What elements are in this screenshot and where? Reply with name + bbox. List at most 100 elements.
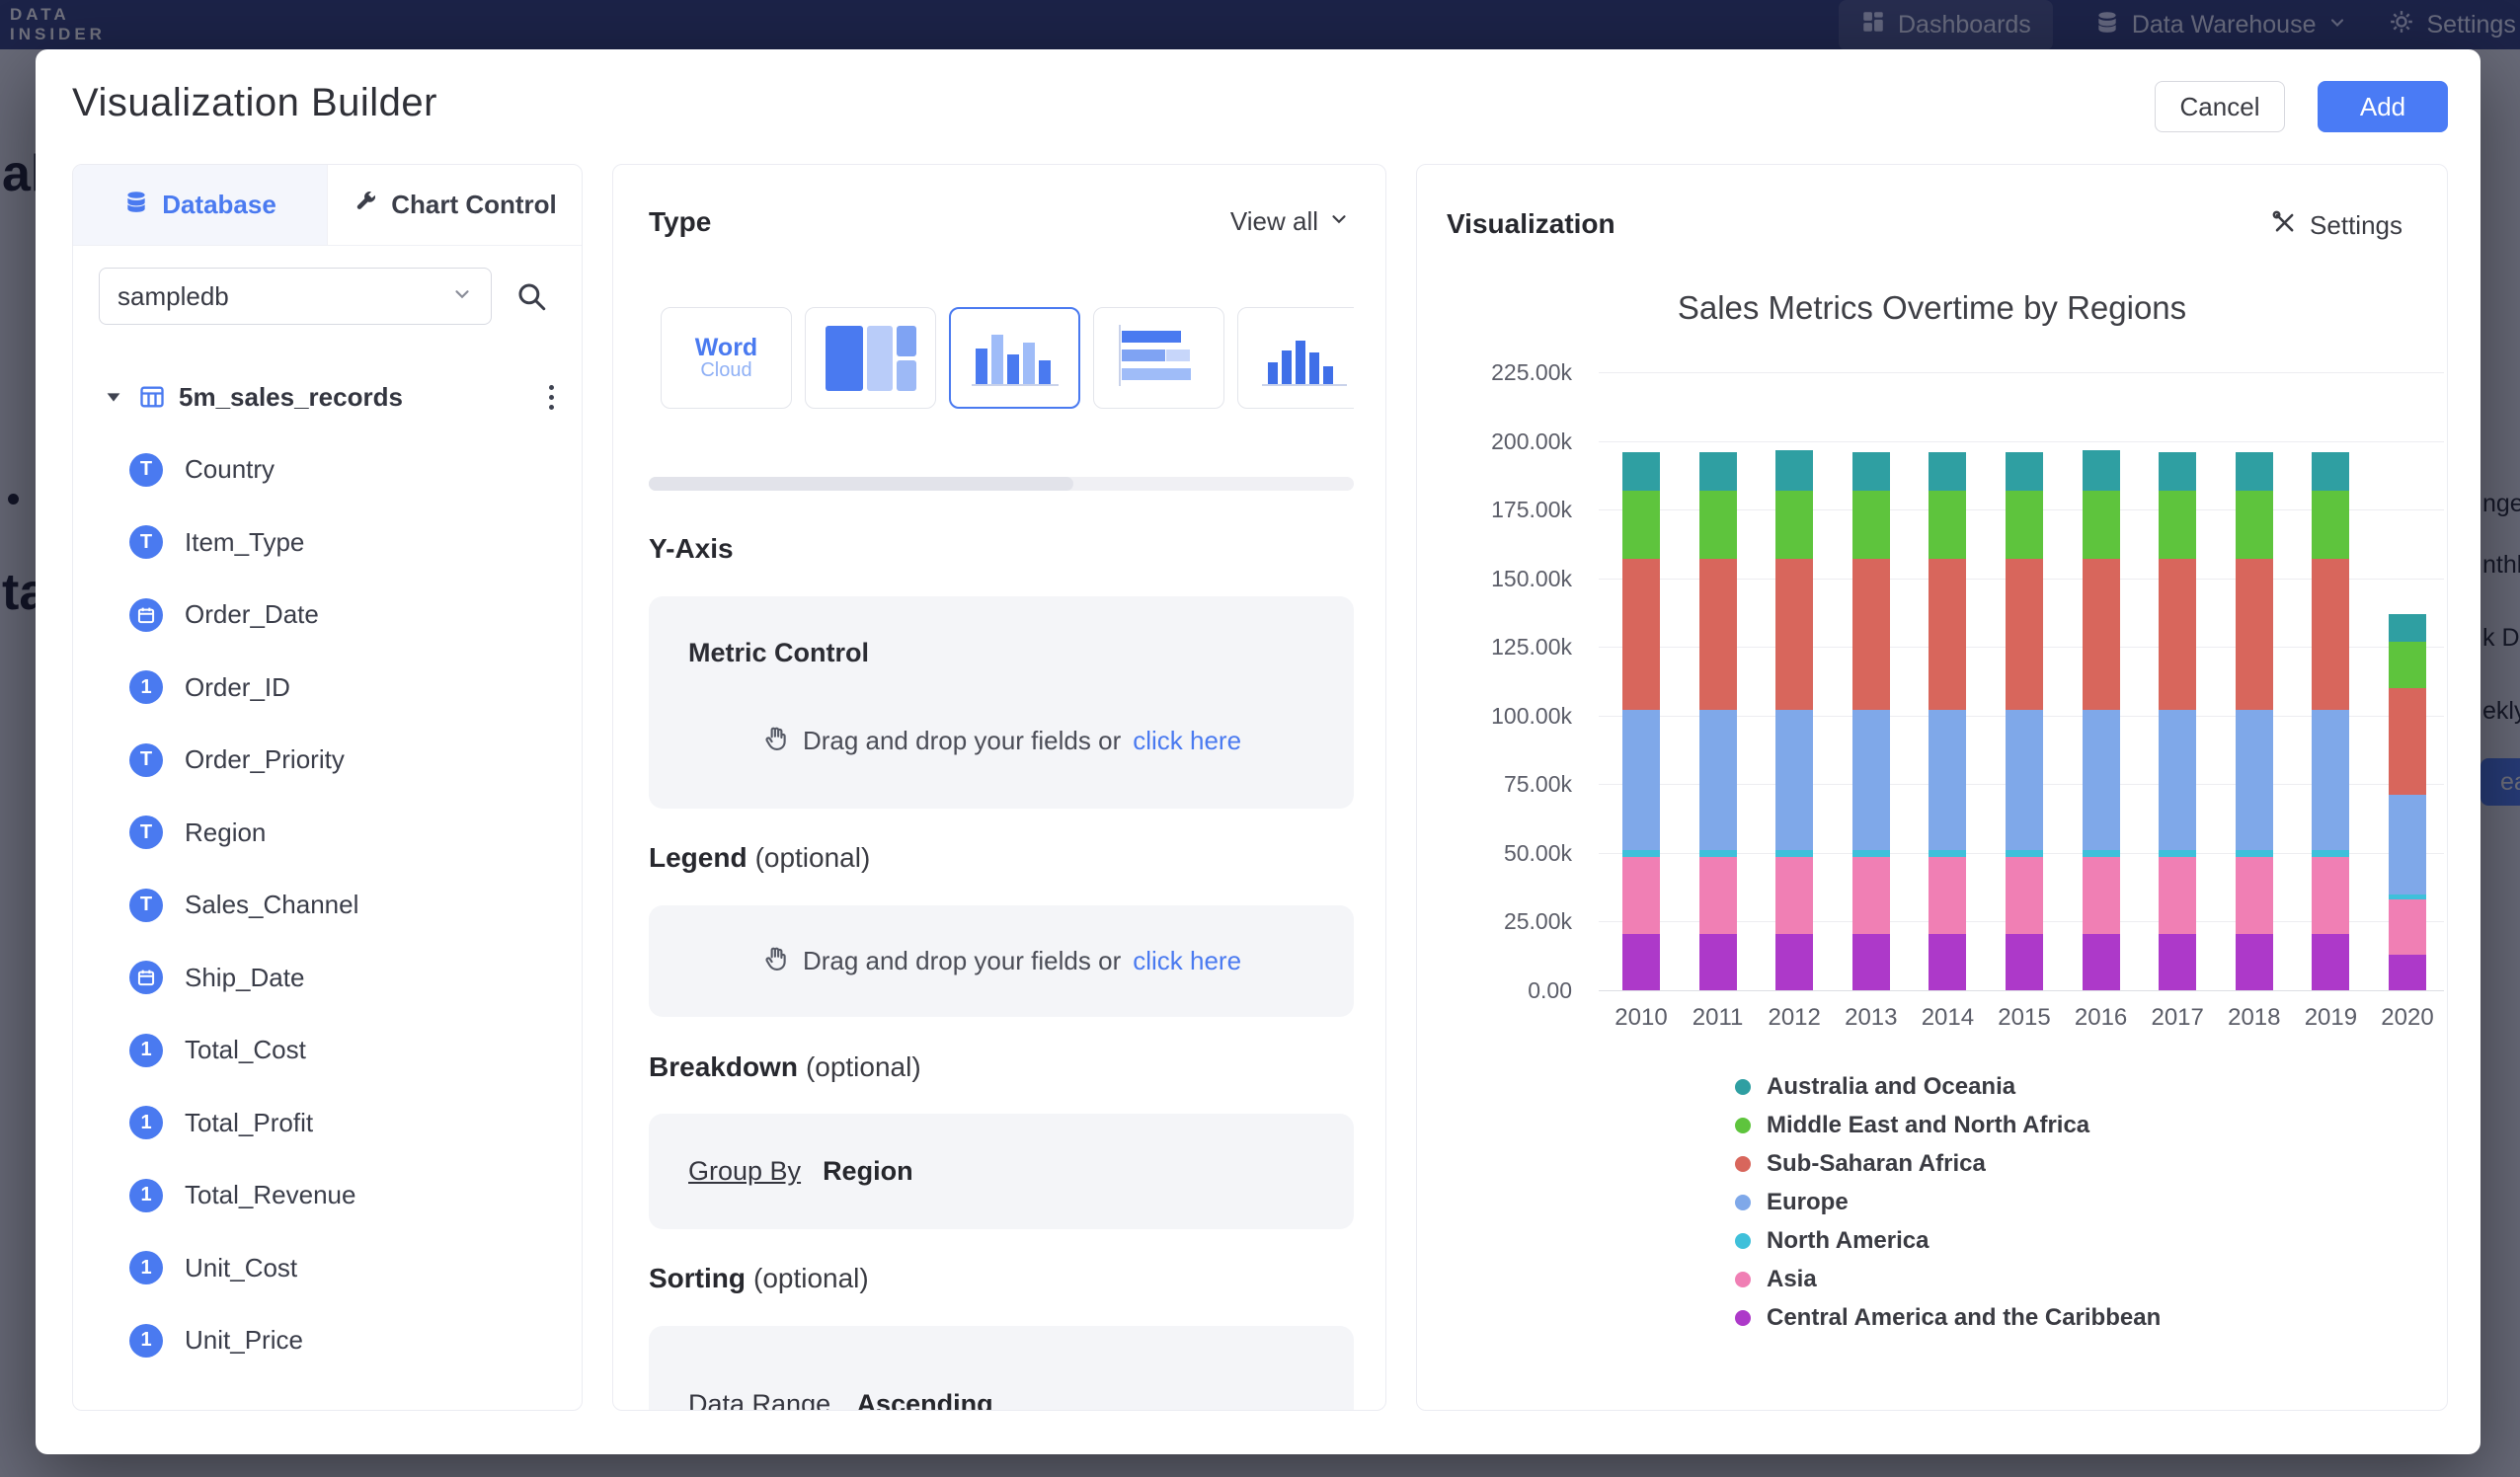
metric-control-dropzone[interactable]: Metric Control Drag and drop your fields… xyxy=(649,596,1354,809)
chart-type-histogram[interactable] xyxy=(1237,307,1354,409)
legend-item[interactable]: Sub-Saharan Africa xyxy=(1735,1152,2161,1176)
bar-segment-asia[interactable] xyxy=(1622,857,1660,934)
group-by-value[interactable]: Region xyxy=(823,1156,913,1187)
bar-segment-europe[interactable] xyxy=(1852,710,1890,850)
bar-segment-north-america[interactable] xyxy=(1775,850,1813,857)
legend-item[interactable]: Central America and the Caribbean xyxy=(1735,1306,2161,1330)
chart-type-word-cloud[interactable]: Word Cloud xyxy=(661,307,792,409)
bar-segment-north-america[interactable] xyxy=(1622,850,1660,857)
settings-button[interactable]: Settings xyxy=(2270,208,2402,243)
group-by-label[interactable]: Group By xyxy=(688,1156,801,1187)
field-row[interactable]: TRegion xyxy=(73,797,582,870)
bar-segment-asia[interactable] xyxy=(1699,857,1737,934)
bar-segment-europe[interactable] xyxy=(2006,710,2043,850)
chart-type-stacked-bar[interactable] xyxy=(1093,307,1224,409)
bar-segment-australia-and-oceania[interactable] xyxy=(2312,452,2349,491)
bar-segment-australia-and-oceania[interactable] xyxy=(1622,452,1660,491)
legend-item[interactable]: North America xyxy=(1735,1229,2161,1253)
bar-segment-north-america[interactable] xyxy=(1929,850,1966,857)
bar-segment-north-america[interactable] xyxy=(2236,850,2273,857)
legend-dropzone[interactable]: Drag and drop your fields or click here xyxy=(649,905,1354,1017)
bar-segment-north-america[interactable] xyxy=(2083,850,2120,857)
bar-segment-central-america-and-the-caribbean[interactable] xyxy=(2159,934,2196,990)
bar-segment-asia[interactable] xyxy=(2083,857,2120,934)
legend-item[interactable]: Asia xyxy=(1735,1268,2161,1291)
caret-down-icon[interactable] xyxy=(103,386,124,408)
bar-segment-sub-saharan-africa[interactable] xyxy=(2006,559,2043,710)
bar-segment-central-america-and-the-caribbean[interactable] xyxy=(1929,934,1966,990)
chart-type-column-selected[interactable] xyxy=(949,307,1080,409)
bar-segment-europe[interactable] xyxy=(1699,710,1737,850)
bar-segment-sub-saharan-africa[interactable] xyxy=(1699,559,1737,710)
click-here-link[interactable]: click here xyxy=(1133,946,1241,976)
sorting-dropzone[interactable]: Data Range Ascending xyxy=(649,1326,1354,1411)
bar-segment-middle-east-and-north-africa[interactable] xyxy=(2236,491,2273,560)
bar-segment-europe[interactable] xyxy=(2312,710,2349,850)
field-row[interactable]: 1Unit_Price xyxy=(73,1304,582,1377)
bar-segment-asia[interactable] xyxy=(2389,899,2426,955)
bar-segment-middle-east-and-north-africa[interactable] xyxy=(2083,491,2120,560)
bar-segment-central-america-and-the-caribbean[interactable] xyxy=(1775,934,1813,990)
field-row[interactable]: 1Total_Cost xyxy=(73,1014,582,1087)
bar-segment-middle-east-and-north-africa[interactable] xyxy=(1775,491,1813,560)
sort-value[interactable]: Ascending xyxy=(857,1389,993,1411)
bar-segment-europe[interactable] xyxy=(1622,710,1660,850)
bar-segment-sub-saharan-africa[interactable] xyxy=(2083,559,2120,710)
bar-segment-australia-and-oceania[interactable] xyxy=(2006,452,2043,491)
bar-segment-sub-saharan-africa[interactable] xyxy=(1775,559,1813,710)
bar-segment-sub-saharan-africa[interactable] xyxy=(1852,559,1890,710)
bar-segment-central-america-and-the-caribbean[interactable] xyxy=(2236,934,2273,990)
bar-segment-asia[interactable] xyxy=(1775,857,1813,934)
bar-segment-north-america[interactable] xyxy=(2389,894,2426,900)
bar-segment-central-america-and-the-caribbean[interactable] xyxy=(2389,955,2426,990)
bar-segment-sub-saharan-africa[interactable] xyxy=(2236,559,2273,710)
bar-segment-north-america[interactable] xyxy=(2159,850,2196,857)
bar-segment-central-america-and-the-caribbean[interactable] xyxy=(2083,934,2120,990)
bar-segment-australia-and-oceania[interactable] xyxy=(2236,452,2273,491)
bar-segment-middle-east-and-north-africa[interactable] xyxy=(1622,491,1660,560)
bar-segment-middle-east-and-north-africa[interactable] xyxy=(1699,491,1737,560)
bar-segment-sub-saharan-africa[interactable] xyxy=(2159,559,2196,710)
bar-segment-north-america[interactable] xyxy=(1699,850,1737,857)
bar-segment-asia[interactable] xyxy=(2159,857,2196,934)
legend-item[interactable]: Australia and Oceania xyxy=(1735,1075,2161,1099)
field-row[interactable]: TItem_Type xyxy=(73,506,582,580)
datasource-select[interactable]: sampledb xyxy=(99,268,492,325)
bar-segment-middle-east-and-north-africa[interactable] xyxy=(1852,491,1890,560)
field-row[interactable]: TSales_Channel xyxy=(73,869,582,942)
bar-segment-central-america-and-the-caribbean[interactable] xyxy=(1852,934,1890,990)
bar-segment-north-america[interactable] xyxy=(1852,850,1890,857)
bar-segment-europe[interactable] xyxy=(1775,710,1813,850)
bar-segment-australia-and-oceania[interactable] xyxy=(1852,452,1890,491)
bar-segment-australia-and-oceania[interactable] xyxy=(1929,452,1966,491)
field-row[interactable]: 1Order_ID xyxy=(73,652,582,725)
scrollbar-thumb[interactable] xyxy=(649,477,1073,491)
bar-segment-middle-east-and-north-africa[interactable] xyxy=(2159,491,2196,560)
field-row[interactable]: 1Total_Profit xyxy=(73,1087,582,1160)
bar-segment-australia-and-oceania[interactable] xyxy=(2083,450,2120,490)
add-button[interactable]: Add xyxy=(2318,81,2448,132)
legend-item[interactable]: Middle East and North Africa xyxy=(1735,1114,2161,1137)
view-all-button[interactable]: View all xyxy=(1230,206,1350,237)
field-row[interactable]: TCountry xyxy=(73,433,582,506)
kebab-menu-icon[interactable] xyxy=(543,379,560,416)
cancel-button[interactable]: Cancel xyxy=(2155,81,2285,132)
field-row[interactable]: TOrder_Priority xyxy=(73,724,582,797)
bar-segment-sub-saharan-africa[interactable] xyxy=(1929,559,1966,710)
bar-segment-sub-saharan-africa[interactable] xyxy=(1622,559,1660,710)
bar-segment-middle-east-and-north-africa[interactable] xyxy=(2312,491,2349,560)
bar-segment-middle-east-and-north-africa[interactable] xyxy=(1929,491,1966,560)
bar-segment-sub-saharan-africa[interactable] xyxy=(2312,559,2349,710)
bar-segment-europe[interactable] xyxy=(1929,710,1966,850)
bar-segment-central-america-and-the-caribbean[interactable] xyxy=(1622,934,1660,990)
bar-segment-asia[interactable] xyxy=(2236,857,2273,934)
bar-segment-europe[interactable] xyxy=(2159,710,2196,850)
field-row[interactable]: Ship_Date xyxy=(73,942,582,1015)
field-row[interactable]: 1Unit_Cost xyxy=(73,1232,582,1305)
bar-segment-middle-east-and-north-africa[interactable] xyxy=(2389,642,2426,688)
bar-segment-australia-and-oceania[interactable] xyxy=(2389,614,2426,642)
sort-label[interactable]: Data Range xyxy=(688,1389,830,1411)
bar-segment-asia[interactable] xyxy=(1929,857,1966,934)
table-tree-item[interactable]: 5m_sales_records xyxy=(103,367,560,427)
chart-type-scrollbar[interactable] xyxy=(649,477,1354,491)
